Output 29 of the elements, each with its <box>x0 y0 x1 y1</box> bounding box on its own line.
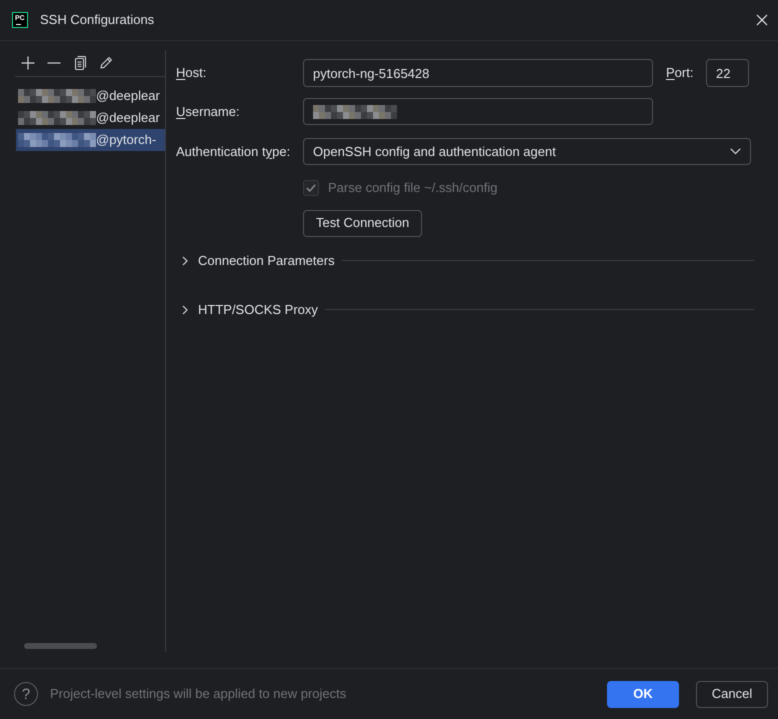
port-label: Port: <box>666 64 694 82</box>
cancel-button[interactable]: Cancel <box>696 680 768 708</box>
test-connection-button[interactable]: Test Connection <box>303 210 422 236</box>
host-list-item[interactable]: @pytorch- <box>16 129 165 151</box>
port-field[interactable]: 22 <box>706 59 749 87</box>
checkmark-icon <box>306 184 316 192</box>
username-field[interactable] <box>303 98 653 125</box>
section-header[interactable]: Connection Parameters <box>176 250 335 270</box>
chevron-right-icon[interactable] <box>182 256 188 266</box>
help-button[interactable]: ? <box>14 682 38 706</box>
chevron-right-icon[interactable] <box>182 304 188 314</box>
copy-icon[interactable] <box>73 56 87 70</box>
section-header[interactable]: HTTP/SOCKS Proxy <box>176 300 318 320</box>
host-list-item[interactable]: @deeplear <box>16 107 165 129</box>
footer-note: Project-level settings will be applied to new projects <box>50 685 346 704</box>
ok-button[interactable]: OK <box>607 680 679 708</box>
host-label: Host: <box>176 64 208 82</box>
auth-type-dropdown[interactable]: OpenSSH config and authentication agent <box>303 138 751 165</box>
pencil-icon[interactable] <box>99 56 113 70</box>
checkbox-label: Parse config file ~/.ssh/config <box>328 179 498 197</box>
host-list-item[interactable]: @deeplear <box>16 85 165 107</box>
auth-type-label: Authentication type: <box>176 142 292 161</box>
horizontal-scrollbar[interactable] <box>24 643 97 649</box>
close-icon[interactable] <box>756 14 768 26</box>
username-label: Username: <box>176 102 241 121</box>
plus-icon[interactable] <box>21 56 35 70</box>
window-title: SSH Configurations <box>40 11 154 30</box>
host-field[interactable]: pytorch-ng-5165428 <box>303 59 653 87</box>
chevron-down-icon[interactable] <box>730 148 741 155</box>
